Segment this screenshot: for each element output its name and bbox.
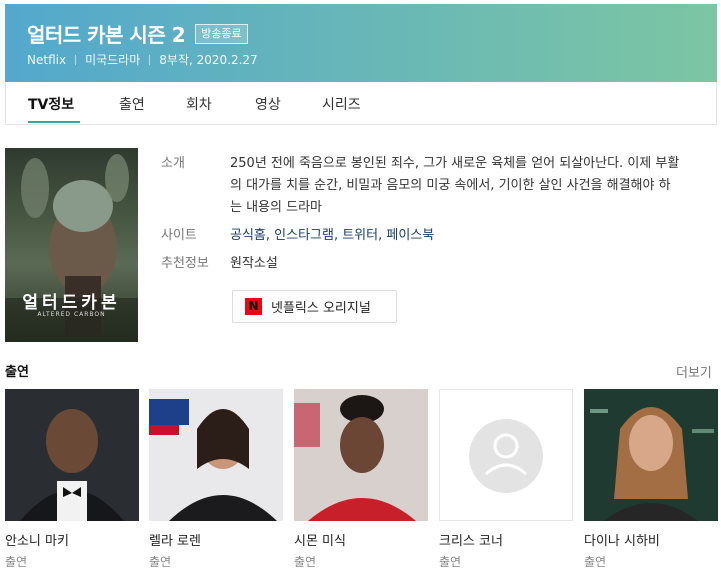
episodes-date: 8부작, 2020.2.27: [159, 53, 258, 67]
recommend-value: 원작소설: [230, 256, 278, 271]
cast-photo-art: [149, 389, 283, 521]
cast-role: 출연: [149, 555, 172, 569]
show-meta: Netflix 미국드라마 8부작, 2020.2.27: [27, 51, 258, 68]
poster-subtitle: ALTERED CARBON: [37, 311, 106, 318]
poster-title: 얼터드카본: [22, 293, 121, 313]
cast-name[interactable]: 렐라 로렌: [149, 530, 283, 549]
meta-divider: [149, 54, 151, 65]
cast-name[interactable]: 시몬 미식: [294, 530, 428, 549]
show-info: 소개 250년 전에 죽음으로 봉인된 죄수, 그가 새로운 육체를 얻어 되살…: [161, 153, 681, 281]
intro-row: 소개 250년 전에 죽음으로 봉인된 죄수, 그가 새로운 육체를 얻어 되살…: [161, 153, 681, 219]
title-row: 얼터드 카본 시즌 2 방송종료: [27, 19, 248, 48]
cast-card[interactable]: 시몬 미식 출연: [294, 389, 428, 570]
meta-divider: [75, 54, 77, 65]
cast-card[interactable]: 다이나 시하비 출연: [584, 389, 718, 570]
active-tab-indicator: [28, 121, 80, 123]
cast-card[interactable]: 렐라 로렌 출연: [149, 389, 283, 570]
cast-role: 출연: [439, 555, 462, 569]
recommend-label: 추천정보: [161, 256, 209, 271]
netflix-original-label: 넷플릭스 오리지널: [271, 301, 371, 316]
tab-series[interactable]: 시리즈: [322, 94, 361, 114]
cast-role: 출연: [584, 555, 607, 569]
cast-photo[interactable]: [5, 389, 139, 521]
cast-photo[interactable]: [294, 389, 428, 521]
cast-photo-placeholder[interactable]: [439, 389, 573, 521]
tab-cast[interactable]: 출연: [119, 94, 145, 114]
cast-heading: 출연: [5, 365, 29, 380]
cast-role: 출연: [5, 555, 28, 569]
genre-link[interactable]: 미국드라마: [85, 51, 140, 68]
cast-role: 출연: [294, 555, 317, 569]
platform-link[interactable]: Netflix: [27, 53, 66, 67]
cast-photo[interactable]: [149, 389, 283, 521]
tab-tv-info[interactable]: TV정보: [28, 94, 74, 114]
netflix-original-button[interactable]: N 넷플릭스 오리지널: [232, 290, 397, 323]
tab-videos[interactable]: 영상: [255, 94, 281, 114]
cast-name[interactable]: 크리스 코너: [439, 530, 573, 549]
site-links[interactable]: 공식홈, 인스타그램, 트위터, 페이스북: [230, 225, 434, 247]
cast-name[interactable]: 다이나 시하비: [584, 530, 718, 549]
netflix-logo-icon: N: [245, 298, 262, 315]
cast-photo[interactable]: [584, 389, 718, 521]
cast-card[interactable]: 안소니 마키 출연: [5, 389, 139, 570]
cast-name[interactable]: 안소니 마키: [5, 530, 139, 549]
site-row: 사이트 공식홈, 인스타그램, 트위터, 페이스북: [161, 225, 681, 247]
cast-photo-art: [5, 389, 139, 521]
cast-card[interactable]: 크리스 코너 출연: [439, 389, 573, 570]
intro-text: 250년 전에 죽음으로 봉인된 죄수, 그가 새로운 육체를 얻어 되살아난다…: [230, 156, 680, 215]
recommend-row: 추천정보 원작소설: [161, 253, 681, 275]
tab-episodes[interactable]: 회차: [186, 94, 212, 114]
intro-label: 소개: [161, 156, 185, 171]
poster-image[interactable]: 얼터드카본 ALTERED CARBON: [5, 148, 138, 342]
cast-photo-art: [584, 389, 718, 521]
cast-photo-art: [294, 389, 428, 521]
more-link[interactable]: 더보기: [676, 362, 712, 381]
default-profile-icon: [440, 390, 572, 520]
site-label: 사이트: [161, 228, 197, 243]
show-title[interactable]: 얼터드 카본 시즌 2: [27, 19, 186, 48]
status-badge: 방송종료: [195, 23, 248, 44]
show-header: 얼터드 카본 시즌 2 방송종료 Netflix 미국드라마 8부작, 2020…: [5, 4, 717, 82]
tab-bar: TV정보 출연 회차 영상 시리즈: [5, 82, 717, 125]
